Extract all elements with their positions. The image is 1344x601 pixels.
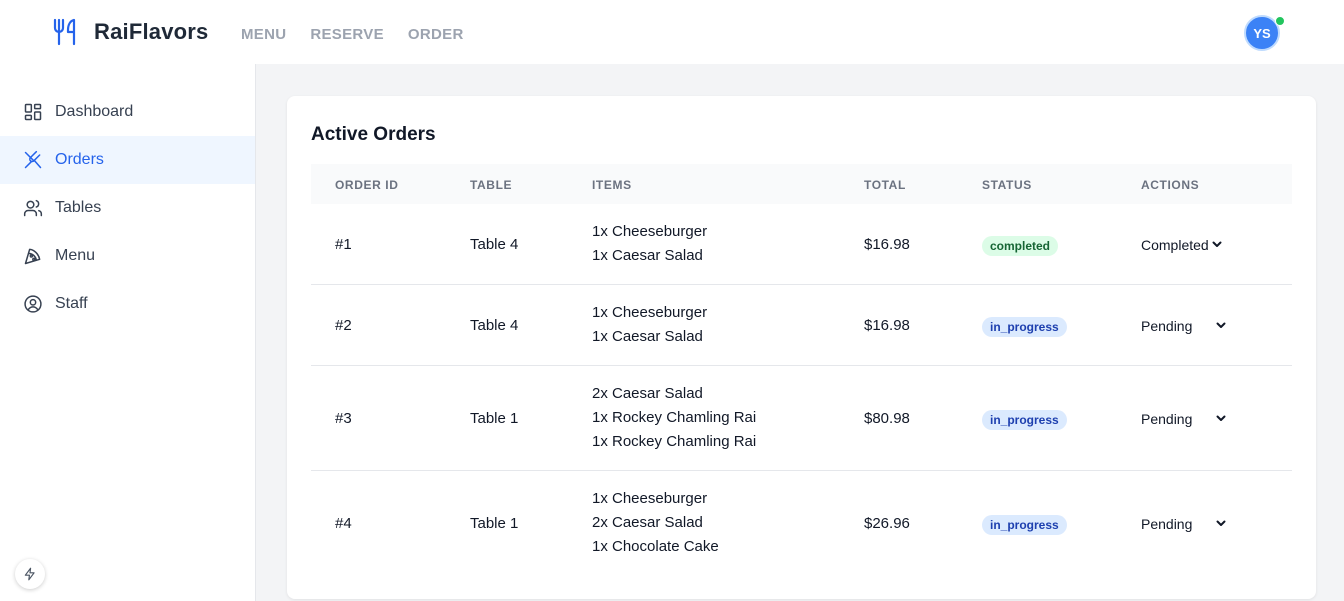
status-select[interactable]: Completed <box>1141 234 1237 256</box>
page-title: Active Orders <box>311 124 436 145</box>
status-badge: completed <box>982 236 1059 256</box>
order-item: 1x Cheeseburger <box>592 223 708 240</box>
sidebar-item-label: Menu <box>55 247 96 264</box>
order-table: Table 4 <box>470 317 519 334</box>
order-item: 2x Caesar Salad <box>592 385 703 402</box>
table-row: #2 Table 4 1x Cheeseburger 1x Caesar Sal… <box>311 285 1292 366</box>
sidebar-item-dashboard[interactable]: Dashboard <box>0 88 255 136</box>
status-select-value: Pending <box>1141 411 1193 427</box>
pizza-icon <box>24 248 41 265</box>
column-header-actions: ACTIONS <box>1141 178 1200 192</box>
table-row: #3 Table 1 2x Caesar Salad 1x Rockey Cha… <box>311 366 1292 471</box>
column-header-total: TOTAL <box>864 178 906 192</box>
column-header-items: ITEMS <box>592 178 632 192</box>
sidebar-item-orders[interactable]: Orders <box>0 136 255 184</box>
order-items: 2x Caesar Salad 1x Rockey Chamling Rai 1… <box>592 382 756 454</box>
user-circle-icon <box>24 295 42 313</box>
online-status-dot <box>1275 16 1285 26</box>
order-item: 1x Rockey Chamling Rai <box>592 409 757 426</box>
status-badge: in_progress <box>982 410 1067 430</box>
order-id: #1 <box>335 236 352 253</box>
table-row: #1 Table 4 1x Cheeseburger 1x Caesar Sal… <box>311 204 1292 285</box>
bolt-icon <box>24 567 35 581</box>
bolt-button[interactable] <box>15 559 45 589</box>
order-item: 1x Chocolate Cake <box>592 538 719 555</box>
column-header-status: STATUS <box>982 178 1032 192</box>
column-header-order-id: ORDER ID <box>335 178 399 192</box>
order-items: 1x Cheeseburger 2x Caesar Salad 1x Choco… <box>592 487 719 559</box>
order-table: Table 1 <box>470 515 519 532</box>
sidebar-item-label: Orders <box>55 151 104 168</box>
brand[interactable]: RaiFlavors <box>50 16 209 48</box>
chevron-down-icon <box>1216 322 1226 328</box>
order-total: $80.98 <box>864 410 910 427</box>
order-item: 2x Caesar Salad <box>592 514 703 531</box>
top-navbar: RaiFlavors MENU RESERVE ORDER YS <box>0 0 1344 64</box>
sidebar-item-label: Staff <box>55 295 88 312</box>
order-total: $16.98 <box>864 236 910 253</box>
order-id: #2 <box>335 317 352 334</box>
order-items: 1x Cheeseburger 1x Caesar Salad <box>592 220 707 268</box>
order-items: 1x Cheeseburger 1x Caesar Salad <box>592 301 707 349</box>
nav-menu-link[interactable]: MENU <box>241 26 286 43</box>
status-select[interactable]: Pending <box>1141 513 1237 535</box>
order-total: $26.96 <box>864 515 910 532</box>
sidebar-item-label: Tables <box>55 199 102 216</box>
status-select-value: Pending <box>1141 516 1193 532</box>
chevron-down-icon <box>1216 520 1226 526</box>
status-select[interactable]: Pending <box>1141 408 1237 430</box>
status-badge: in_progress <box>982 317 1067 337</box>
order-table: Table 4 <box>470 236 519 253</box>
table-row: #4 Table 1 1x Cheeseburger 2x Caesar Sal… <box>311 471 1292 575</box>
order-item: 1x Rockey Chamling Rai <box>592 433 757 450</box>
status-badge: in_progress <box>982 515 1067 535</box>
order-item: 1x Caesar Salad <box>592 247 703 264</box>
order-table: Table 1 <box>470 410 519 427</box>
order-item: 1x Cheeseburger <box>592 304 708 321</box>
top-nav: MENU RESERVE ORDER <box>241 26 464 43</box>
utensils-crossed-icon <box>24 150 42 169</box>
order-total: $16.98 <box>864 317 910 334</box>
nav-reserve-link[interactable]: RESERVE <box>310 26 384 43</box>
table-header: ORDER ID TABLE ITEMS TOTAL STATUS ACTION… <box>311 164 1292 204</box>
status-select[interactable]: Pending <box>1141 315 1237 337</box>
order-id: #3 <box>335 410 352 427</box>
sidebar-item-menu[interactable]: Menu <box>0 232 255 280</box>
dashboard-icon <box>24 103 42 121</box>
nav-order-link[interactable]: ORDER <box>408 26 464 43</box>
app-name: RaiFlavors <box>94 19 209 44</box>
sidebar-item-label: Dashboard <box>55 103 134 120</box>
sidebar-item-staff[interactable]: Staff <box>0 280 255 328</box>
sidebar-item-tables[interactable]: Tables <box>0 184 255 232</box>
order-item: 1x Cheeseburger <box>592 490 708 507</box>
users-icon <box>23 199 43 217</box>
active-orders-card: Active Orders ORDER ID TABLE ITEMS TOTAL… <box>287 96 1316 599</box>
chevron-down-icon <box>1216 415 1226 421</box>
status-select-value: Completed <box>1141 237 1209 253</box>
chevron-down-icon <box>1212 241 1222 247</box>
fork-knife-logo-icon <box>53 18 76 46</box>
order-id: #4 <box>335 515 352 532</box>
status-select-value: Pending <box>1141 318 1193 334</box>
column-header-table: TABLE <box>470 178 513 192</box>
order-item: 1x Caesar Salad <box>592 328 703 345</box>
sidebar: Dashboard Orders Tables Menu Staff <box>0 64 256 601</box>
